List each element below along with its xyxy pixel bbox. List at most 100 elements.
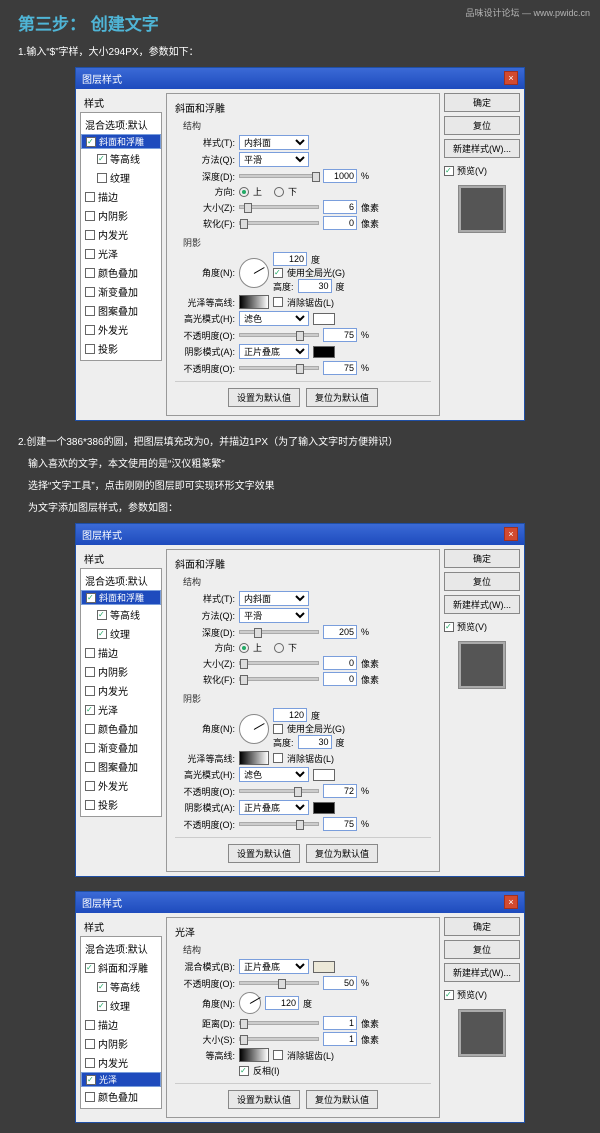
angle-dial[interactable]	[239, 714, 269, 744]
blend-options[interactable]: 混合选项:默认	[81, 115, 161, 134]
size-slider[interactable]	[239, 1037, 319, 1041]
style-pattern[interactable]: 图案叠加	[81, 301, 161, 320]
hop-slider[interactable]	[239, 333, 319, 337]
checkbox-icon[interactable]	[85, 211, 95, 221]
checkbox-icon[interactable]	[97, 982, 107, 992]
invert-check[interactable]	[239, 1066, 249, 1076]
style-select[interactable]: 内斜面	[239, 591, 309, 606]
style-stroke[interactable]: 描边	[81, 643, 161, 662]
antialias-check[interactable]	[273, 1050, 283, 1060]
antialias-check[interactable]	[273, 753, 283, 763]
angle-input[interactable]	[265, 996, 299, 1010]
contour-picker[interactable]	[239, 1048, 269, 1062]
global-check[interactable]	[273, 268, 283, 278]
style-outerglow[interactable]: 外发光	[81, 776, 161, 795]
hilite-select[interactable]: 滤色	[239, 767, 309, 782]
style-texture[interactable]: 纹理	[81, 996, 161, 1015]
depth-slider[interactable]	[239, 174, 319, 178]
radio-up[interactable]	[239, 643, 249, 653]
depth-input[interactable]	[323, 169, 357, 183]
checkbox-icon[interactable]	[85, 1092, 95, 1102]
angle-dial[interactable]	[239, 258, 269, 288]
checkbox-icon[interactable]	[85, 325, 95, 335]
shadow-swatch[interactable]	[313, 346, 335, 358]
soft-input[interactable]	[323, 672, 357, 686]
style-outerglow[interactable]: 外发光	[81, 320, 161, 339]
style-texture[interactable]: 纹理	[81, 168, 161, 187]
checkbox-icon[interactable]	[85, 306, 95, 316]
angle-dial[interactable]	[239, 992, 261, 1014]
depth-input[interactable]	[323, 625, 357, 639]
size-slider[interactable]	[239, 205, 319, 209]
checkbox-icon[interactable]	[85, 1039, 95, 1049]
style-satin[interactable]: 光泽	[81, 1072, 161, 1087]
soft-slider[interactable]	[239, 677, 319, 681]
contour-picker[interactable]	[239, 295, 269, 309]
style-innerglow[interactable]: 内发光	[81, 1053, 161, 1072]
preview-check[interactable]	[444, 166, 454, 176]
style-gradient[interactable]: 渐变叠加	[81, 282, 161, 301]
titlebar[interactable]: 图层样式 ×	[76, 68, 524, 89]
size-input[interactable]	[323, 656, 357, 670]
style-gradient[interactable]: 渐变叠加	[81, 738, 161, 757]
method-select[interactable]: 平滑	[239, 608, 309, 623]
radio-down[interactable]	[274, 187, 284, 197]
hop-input[interactable]	[323, 328, 357, 342]
checkbox-icon[interactable]	[85, 963, 95, 973]
size-input[interactable]	[323, 200, 357, 214]
close-icon[interactable]: ×	[504, 527, 518, 541]
style-satin[interactable]: 光泽	[81, 700, 161, 719]
contour-picker[interactable]	[239, 751, 269, 765]
checkbox-icon[interactable]	[86, 137, 96, 147]
style-contour[interactable]: 等高线	[81, 977, 161, 996]
checkbox-icon[interactable]	[85, 781, 95, 791]
global-check[interactable]	[273, 724, 283, 734]
checkbox-icon[interactable]	[85, 1058, 95, 1068]
checkbox-icon[interactable]	[85, 800, 95, 810]
checkbox-icon[interactable]	[85, 192, 95, 202]
titlebar[interactable]: 图层样式 ×	[76, 524, 524, 545]
opac-slider[interactable]	[239, 981, 319, 985]
soft-slider[interactable]	[239, 221, 319, 225]
style-texture[interactable]: 纹理	[81, 624, 161, 643]
style-innerglow[interactable]: 内发光	[81, 681, 161, 700]
style-stroke[interactable]: 描边	[81, 1015, 161, 1034]
ok-button[interactable]: 确定	[444, 917, 520, 936]
checkbox-icon[interactable]	[85, 724, 95, 734]
blend-options[interactable]: 混合选项:默认	[81, 571, 161, 590]
hop-slider[interactable]	[239, 789, 319, 793]
style-satin[interactable]: 光泽	[81, 244, 161, 263]
sop-input[interactable]	[323, 817, 357, 831]
make-default-button[interactable]: 设置为默认值	[228, 844, 300, 863]
checkbox-icon[interactable]	[85, 287, 95, 297]
checkbox-icon[interactable]	[86, 593, 96, 603]
style-drop[interactable]: 投影	[81, 795, 161, 814]
radio-down[interactable]	[274, 643, 284, 653]
style-contour[interactable]: 等高线	[81, 605, 161, 624]
titlebar[interactable]: 图层样式 ×	[76, 892, 524, 913]
reset-default-button[interactable]: 复位为默认值	[306, 844, 378, 863]
size-input[interactable]	[323, 1032, 357, 1046]
checkbox-icon[interactable]	[85, 1020, 95, 1030]
shadow-swatch[interactable]	[313, 802, 335, 814]
cancel-button[interactable]: 复位	[444, 572, 520, 591]
cancel-button[interactable]: 复位	[444, 940, 520, 959]
checkbox-icon[interactable]	[85, 667, 95, 677]
hilite-swatch[interactable]	[313, 313, 335, 325]
style-drop[interactable]: 投影	[81, 339, 161, 358]
style-innershadow[interactable]: 内阴影	[81, 1034, 161, 1053]
checkbox-icon[interactable]	[97, 1001, 107, 1011]
depth-slider[interactable]	[239, 630, 319, 634]
checkbox-icon[interactable]	[85, 249, 95, 259]
opac-input[interactable]	[323, 976, 357, 990]
alt-input[interactable]	[298, 735, 332, 749]
antialias-check[interactable]	[273, 297, 283, 307]
checkbox-icon[interactable]	[85, 344, 95, 354]
ok-button[interactable]: 确定	[444, 93, 520, 112]
reset-default-button[interactable]: 复位为默认值	[306, 1090, 378, 1109]
style-color[interactable]: 颜色叠加	[81, 1087, 161, 1106]
method-select[interactable]: 平滑	[239, 152, 309, 167]
new-style-button[interactable]: 新建样式(W)...	[444, 963, 520, 982]
cancel-button[interactable]: 复位	[444, 116, 520, 135]
checkbox-icon[interactable]	[97, 629, 107, 639]
